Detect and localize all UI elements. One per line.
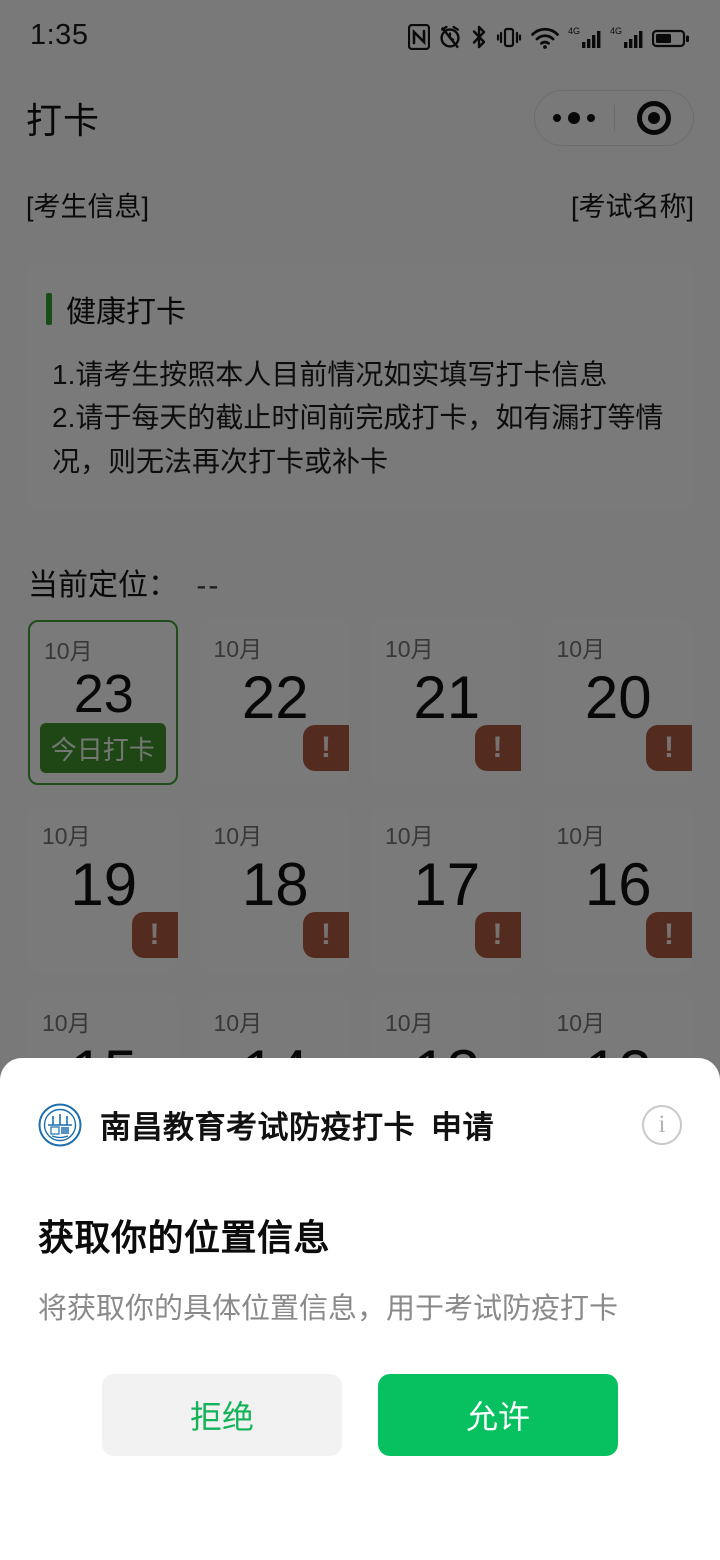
location-permission-sheet: 南昌教育考试防疫打卡 申请 i 获取你的位置信息 将获取你的具体位置信息，用于考试… <box>0 1058 720 1560</box>
permission-actions: 拒绝 允许 <box>0 1374 720 1456</box>
permission-title: 获取你的位置信息 <box>38 1217 331 1258</box>
sheet-app-name: 南昌教育考试防疫打卡 <box>100 1110 415 1145</box>
reject-button[interactable]: 拒绝 <box>102 1374 342 1456</box>
app-logo-icon <box>38 1103 82 1146</box>
permission-description: 将获取你的具体位置信息，用于考试防疫打卡 <box>38 1293 619 1325</box>
allow-button[interactable]: 允许 <box>378 1374 618 1456</box>
sheet-app-title: 南昌教育考试防疫打卡 申请 <box>100 1102 494 1147</box>
info-icon-glyph: i <box>658 1110 666 1138</box>
sheet-request-word: 申请 <box>431 1110 494 1145</box>
sheet-header: 南昌教育考试防疫打卡 申请 i <box>38 1102 682 1147</box>
info-icon[interactable]: i <box>642 1104 682 1145</box>
